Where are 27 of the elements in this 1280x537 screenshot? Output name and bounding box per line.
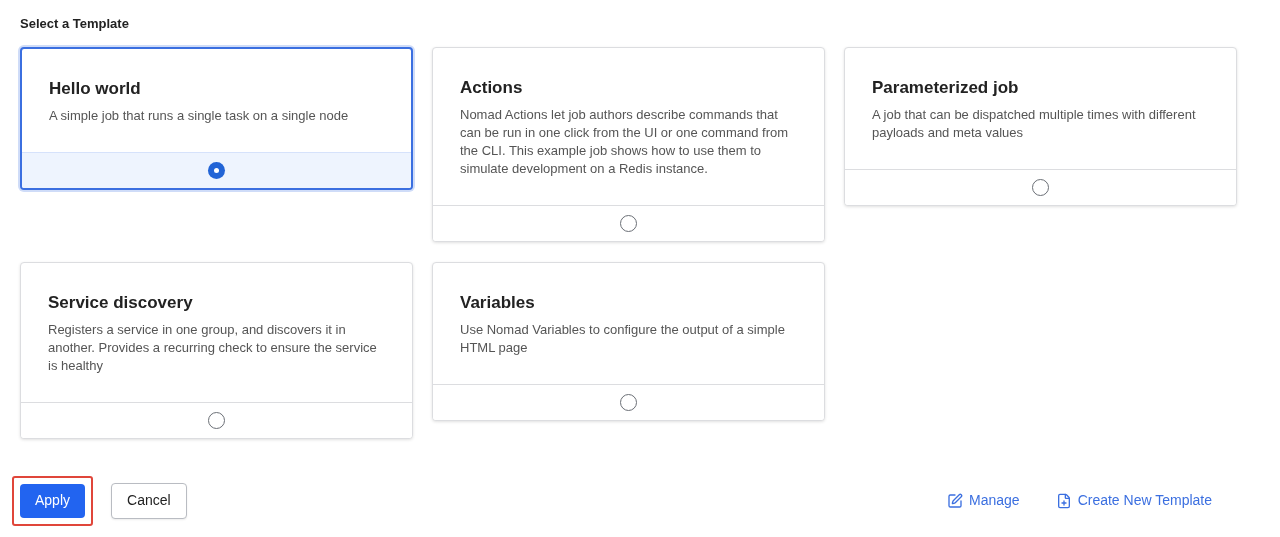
radio-button[interactable] [620,393,637,411]
file-plus-icon [1055,492,1072,509]
radio-button[interactable] [208,161,225,179]
radio-button[interactable] [620,214,637,232]
radio-button[interactable] [1032,178,1049,196]
card-description: Registers a service in one group, and discovers it in another. Provides a recurring check to ensure the service is healthy [48,320,378,375]
create-template-link[interactable]: Create New Template [1055,490,1212,511]
card-title: Variables [460,291,536,314]
template-card[interactable] [432,46,825,242]
template-card[interactable]: Parameterized job A job that can be dispatched multiple times with different payloads and meta values [844,46,1237,206]
card-description: Use Nomad Variables to configure the output of a simple HTML page [460,320,786,357]
card-title: Parameterized job [872,76,1020,99]
template-card[interactable]: Service discovery Registers a service in one group, and discovers it in another. Provides a recurring check to ensure the service is healthy [20,261,413,439]
card-description: Nomad Actions let job authors describe commands that can be run in one click from the UI or one command from the CLI. This example job shows how to use them to simulate development on a Redis instance. [460,105,790,178]
card-description: A job that can be dispatched multiple times with different payloads and meta values [872,105,1197,142]
cancel-button[interactable]: Cancel [111,482,187,519]
template-card[interactable]: Hello world A simple job that runs a single task on a single node [20,46,413,190]
radio-button[interactable] [208,411,225,429]
section-heading: Select a Template [20,15,130,33]
template-card[interactable]: Variables Use Nomad Variables to configure the output of a simple HTML page [432,261,825,421]
manage-link[interactable]: Manage [947,490,1020,511]
edit-icon [947,492,964,509]
card-description: A simple job that runs a single task on a single node [49,106,350,125]
card-title: Service discovery [48,291,194,314]
apply-button[interactable]: Apply [20,483,86,518]
card-title: Actions [460,76,524,99]
card-title: Hello world [49,77,142,100]
